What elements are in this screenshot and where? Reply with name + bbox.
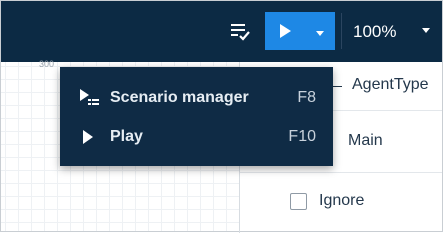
ignore-label: Ignore [319, 192, 365, 209]
run-dropdown-menu: Scenario manager F8 Play F10 [60, 67, 333, 166]
play-icon [83, 130, 93, 144]
checklist-icon [231, 24, 250, 41]
run-button[interactable] [265, 12, 305, 50]
toolbar-divider [341, 13, 342, 49]
checklist-button[interactable] [225, 16, 255, 46]
toolbar: 100% [1, 1, 442, 62]
menu-item-play[interactable]: Play F10 [60, 120, 333, 156]
ignore-checkbox[interactable] [290, 193, 307, 210]
run-button-group [265, 12, 335, 50]
play-icon [280, 24, 291, 38]
menu-item-shortcut: F8 [297, 89, 316, 106]
canvas-ruler-label: 300 [39, 59, 55, 69]
menu-item-label: Play [110, 128, 143, 145]
ignore-row: Ignore [240, 172, 442, 231]
section-rule [332, 86, 342, 87]
menu-item-scenario-manager[interactable]: Scenario manager F8 [60, 81, 333, 117]
caret-down-icon [316, 31, 324, 36]
agent-type-label: AgentType [352, 76, 429, 93]
zoom-level[interactable]: 100% [353, 17, 396, 47]
menu-item-label: Scenario manager [110, 89, 249, 106]
main-label: Main [348, 132, 383, 149]
zoom-dropdown-icon[interactable] [422, 28, 430, 33]
run-dropdown-button[interactable] [305, 12, 335, 50]
scenario-manager-icon [80, 89, 99, 105]
menu-item-shortcut: F10 [288, 128, 316, 145]
